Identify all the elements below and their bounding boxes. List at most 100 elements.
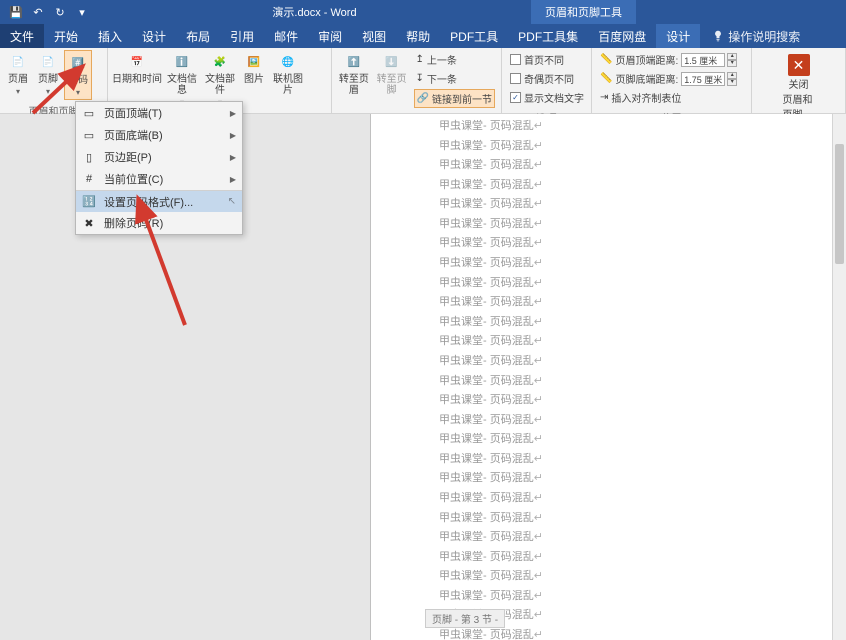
tab-hf-design[interactable]: 设计 [656,24,700,48]
document-text-line: 甲虫课堂- 页码混乱↵ [439,567,771,587]
page-number-icon: #️⃣ [68,53,88,73]
next-section-button[interactable]: ↧ 下一条 [414,70,495,87]
context-tab-header-footer: 页眉和页脚工具 [531,0,636,24]
document-text-line: 甲虫课堂- 页码混乱↵ [439,274,771,294]
info-icon: ℹ️ [172,52,192,72]
datetime-button[interactable]: 📅 日期和时间 [112,50,162,87]
page-number-menu: ▭ 页面顶端(T) ▶ ▭ 页面底端(B) ▶ ▯ 页边距(P) ▶ # 当前位… [75,101,243,235]
prev-section-button[interactable]: ↥ 上一条 [414,51,495,68]
qat-customize-icon[interactable]: ▾ [74,4,90,20]
tab-file[interactable]: 文件 [0,24,44,48]
document-text-line: 甲虫课堂- 页码混乱↵ [439,176,771,196]
document-text-line: 甲虫课堂- 页码混乱↵ [439,293,771,313]
goto-header-button[interactable]: ⬆️ 转至页眉 [336,50,372,98]
align-tab-button[interactable]: ⇥ 插入对齐制表位 [598,89,739,106]
undo-icon[interactable]: ↶ [30,4,46,20]
tab-mailings[interactable]: 邮件 [264,24,308,48]
document-text-line: 甲虫课堂- 页码混乱↵ [439,117,771,137]
header-distance-field[interactable]: 📏 页眉顶端距离: 1.5 厘米 ▴▾ [598,51,739,68]
document-text-line: 甲虫课堂- 页码混乱↵ [439,469,771,489]
margins-icon: ▯ [82,150,96,164]
submenu-arrow-icon: ▶ [230,109,236,118]
menu-remove-page-numbers[interactable]: ✖ 删除页码(R) [76,212,242,234]
document-text-line: 甲虫课堂- 页码混乱↵ [439,509,771,529]
vertical-scrollbar[interactable] [832,114,846,640]
document-text-line: 甲虫课堂- 页码混乱↵ [439,215,771,235]
tab-home[interactable]: 开始 [44,24,88,48]
header-button[interactable]: 📄 页眉▾ [4,50,32,98]
document-text-line: 甲虫课堂- 页码混乱↵ [439,254,771,274]
tab-pdftoolset[interactable]: PDF工具集 [508,24,588,48]
diff-first-checkbox[interactable]: 首页不同 [508,51,586,68]
document-text-line: 甲虫课堂- 页码混乱↵ [439,156,771,176]
menu-format-page-numbers[interactable]: 🔢 设置页码格式(F)... ↖ [76,190,242,212]
group-close: ✕ 关闭 页眉和页脚 关闭 [752,48,846,113]
document-text-line: 甲虫课堂- 页码混乱↵ [439,411,771,431]
page-bottom-icon: ▭ [82,128,96,142]
goto-footer-button[interactable]: ⬇️ 转至页脚 [374,50,410,98]
remove-icon: ✖ [82,216,96,230]
menu-bottom-of-page[interactable]: ▭ 页面底端(B) ▶ [76,124,242,146]
document-text-line: 甲虫课堂- 页码混乱↵ [439,195,771,215]
save-icon[interactable]: 💾 [8,4,24,20]
footer-icon: 📄 [38,52,58,72]
menu-current-position[interactable]: # 当前位置(C) ▶ [76,168,242,190]
goto-footer-icon: ⬇️ [382,52,402,72]
online-picture-button[interactable]: 🌐 联机图片 [270,50,306,98]
submenu-arrow-icon: ▶ [230,131,236,140]
tab-help[interactable]: 帮助 [396,24,440,48]
title-bar: 💾 ↶ ↻ ▾ 演示.docx - Word 页眉和页脚工具 [0,0,846,24]
document-text-line: 甲虫课堂- 页码混乱↵ [439,430,771,450]
submenu-arrow-icon: ▶ [230,153,236,162]
tab-baidu[interactable]: 百度网盘 [588,24,656,48]
tab-view[interactable]: 视图 [352,24,396,48]
tab-layout[interactable]: 布局 [176,24,220,48]
parts-icon: 🧩 [210,52,230,72]
tab-icon: ⇥ [600,92,608,103]
tab-pdftool[interactable]: PDF工具 [440,24,508,48]
tell-me[interactable]: 操作说明搜索 [712,28,800,45]
spin-down-icon[interactable]: ▾ [727,60,737,67]
tab-review[interactable]: 审阅 [308,24,352,48]
document-text-line: 甲虫课堂- 页码混乱↵ [439,489,771,509]
document-text-line: 甲虫课堂- 页码混乱↵ [439,626,771,640]
document-text-line: 甲虫课堂- 页码混乱↵ [439,234,771,254]
online-picture-icon: 🌐 [278,52,298,72]
quick-access-toolbar: 💾 ↶ ↻ ▾ [0,4,98,20]
spin-up-icon[interactable]: ▴ [727,72,737,79]
show-text-checkbox[interactable]: ✓显示文档文字 [508,89,586,106]
footer-button[interactable]: 📄 页脚▾ [34,50,62,98]
link-icon: 🔗 [417,93,429,104]
ruler-icon: 📏 [600,73,612,84]
document-text-line: 甲虫课堂- 页码混乱↵ [439,548,771,568]
ruler-icon: 📏 [600,54,612,65]
format-icon: 🔢 [82,195,96,209]
document-text-line: 甲虫课堂- 页码混乱↵ [439,528,771,548]
header-icon: 📄 [8,52,28,72]
document-text-line: 甲虫课堂- 页码混乱↵ [439,372,771,392]
goto-header-icon: ⬆️ [344,52,364,72]
diff-oddeven-checkbox[interactable]: 奇偶页不同 [508,70,586,87]
tab-insert[interactable]: 插入 [88,24,132,48]
scrollbar-thumb[interactable] [835,144,844,264]
next-icon: ↧ [416,73,424,84]
redo-icon[interactable]: ↻ [52,4,68,20]
menu-page-margins[interactable]: ▯ 页边距(P) ▶ [76,146,242,168]
link-previous-button[interactable]: 🔗 链接到前一节 [414,89,495,108]
bulb-icon [712,30,724,42]
document-text-line: 甲虫课堂- 页码混乱↵ [439,450,771,470]
group-options: 首页不同 奇偶页不同 ✓显示文档文字 选项 [502,48,592,113]
document-text-line: 甲虫课堂- 页码混乱↵ [439,587,771,607]
group-position: 📏 页眉顶端距离: 1.5 厘米 ▴▾ 📏 页脚底端距离: 1.75 厘米 ▴▾… [592,48,752,113]
close-icon: ✕ [788,54,810,76]
footer-distance-field[interactable]: 📏 页脚底端距离: 1.75 厘米 ▴▾ [598,70,739,87]
document-page[interactable]: 甲虫课堂- 页码混乱↵甲虫课堂- 页码混乱↵甲虫课堂- 页码混乱↵甲虫课堂- 页… [370,114,840,640]
tab-design[interactable]: 设计 [132,24,176,48]
picture-button[interactable]: 🖼️ 图片 [240,50,268,87]
spin-up-icon[interactable]: ▴ [727,53,737,60]
document-text-line: 甲虫课堂- 页码混乱↵ [439,332,771,352]
menu-top-of-page[interactable]: ▭ 页面顶端(T) ▶ [76,102,242,124]
spin-down-icon[interactable]: ▾ [727,79,737,86]
tab-references[interactable]: 引用 [220,24,264,48]
page-number-button[interactable]: #️⃣ 页码▾ [64,50,92,100]
